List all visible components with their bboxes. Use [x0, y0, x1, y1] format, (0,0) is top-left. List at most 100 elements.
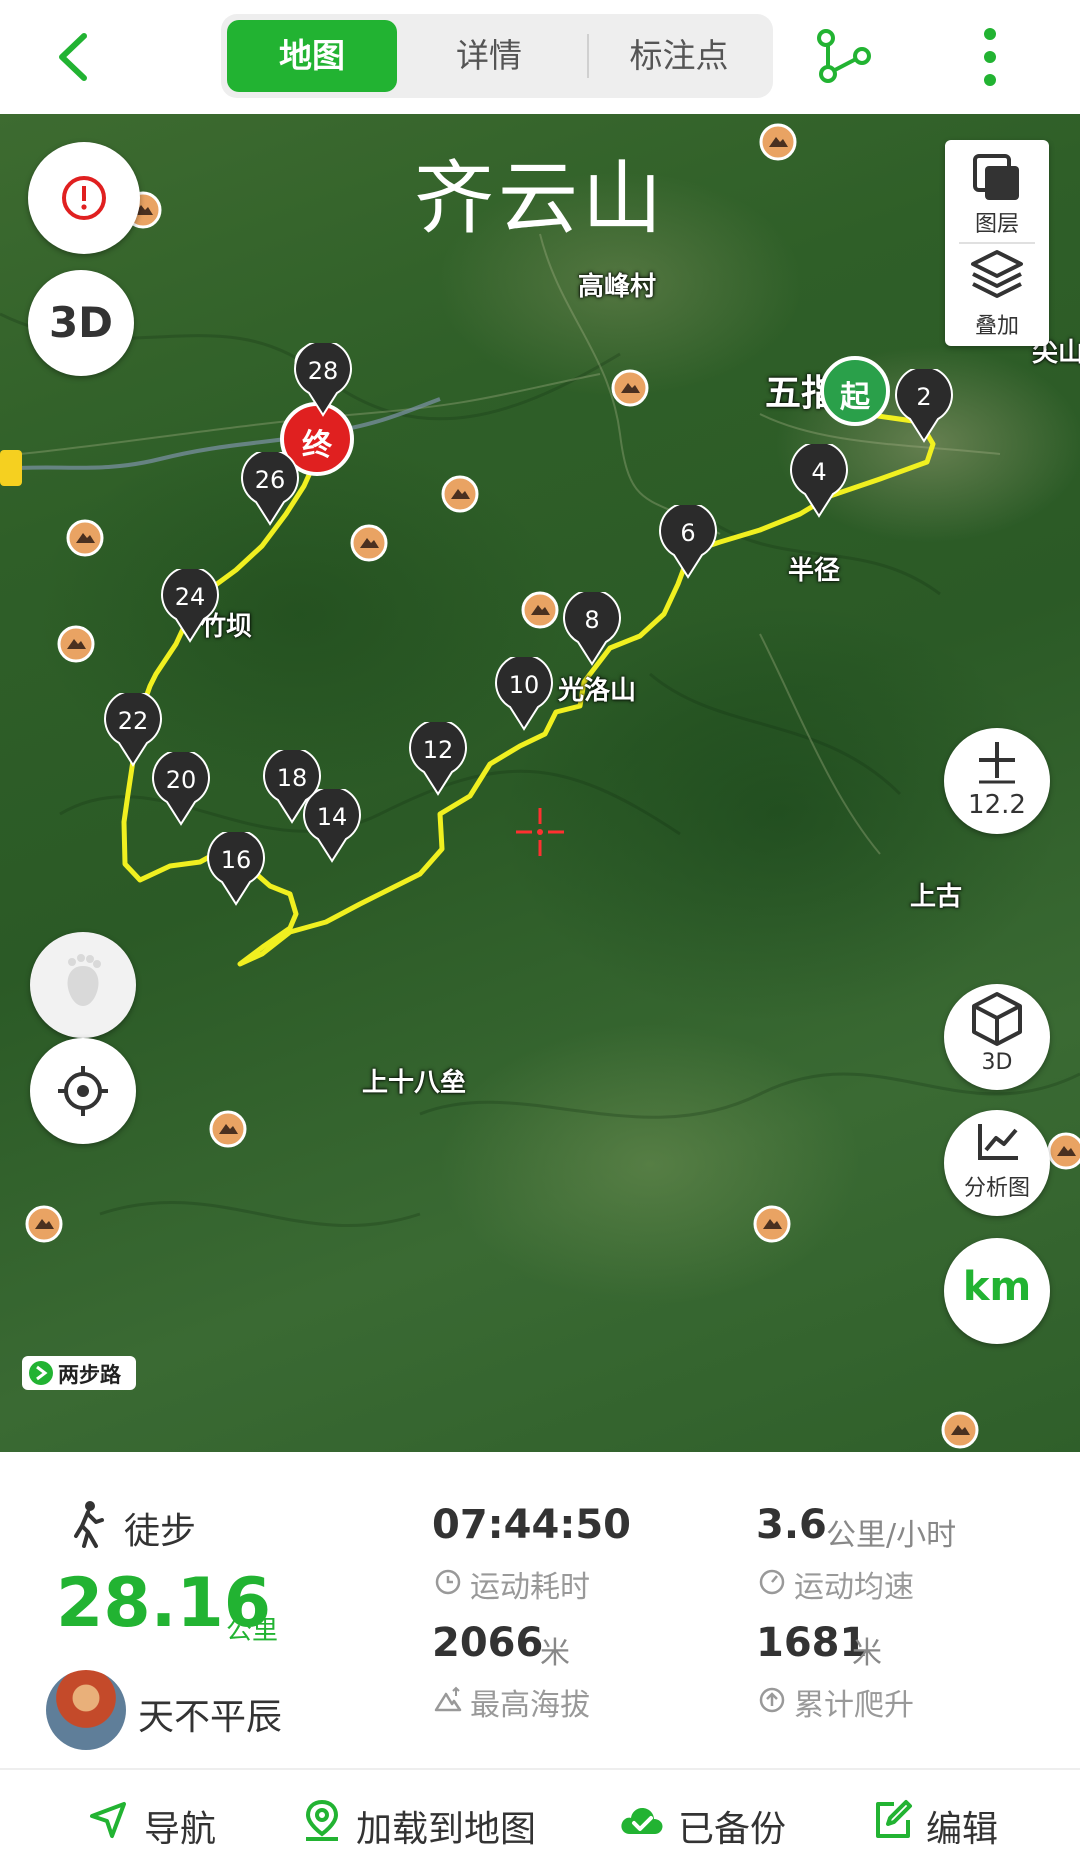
- waypoint-pin[interactable]: 2: [894, 369, 954, 443]
- waypoint-pin[interactable]: 16: [206, 832, 266, 906]
- max-altitude-label: 最高海拔: [470, 1688, 590, 1723]
- max-altitude-unit: 米: [540, 1636, 570, 1671]
- waypoint-pin[interactable]: 28: [293, 343, 353, 417]
- waypoint-label: 18: [276, 764, 308, 792]
- duration-value: 07:44:50: [432, 1502, 631, 1548]
- speedometer-icon: [759, 1569, 785, 1595]
- zoom-plus-icon: [979, 742, 1015, 784]
- avg-speed-unit: 公里/小时: [826, 1518, 957, 1553]
- layer-button[interactable]: 图层: [945, 140, 1049, 242]
- navigation-arrow-icon: [90, 1802, 126, 1838]
- waypoint-pin[interactable]: 6: [658, 505, 718, 579]
- waypoint-label: 4: [811, 458, 827, 486]
- terrain-3d-label: 3D: [48, 298, 114, 347]
- unit-label: km: [962, 1264, 1032, 1310]
- waypoint-label: 6: [680, 519, 696, 547]
- start-marker[interactable]: 起: [820, 356, 890, 426]
- zoom-level: 12.2: [968, 790, 1026, 820]
- view-3d-label: 3D: [981, 1050, 1013, 1075]
- logo-icon: [29, 1361, 53, 1385]
- waypoint-pin[interactable]: 24: [160, 569, 220, 643]
- overlay-button[interactable]: 叠加: [945, 244, 1049, 346]
- waypoint-label: 28: [307, 357, 339, 385]
- waypoint-label: 8: [584, 606, 600, 634]
- waypoint-label: 16: [220, 846, 252, 874]
- map-title: 齐云山: [414, 152, 666, 245]
- place-label: 上古: [910, 882, 963, 912]
- top-bar: 地图 详情 标注点: [0, 0, 1080, 114]
- navigate-label: 导航: [144, 1809, 217, 1850]
- view-3d-button[interactable]: 3D: [944, 984, 1050, 1090]
- avatar[interactable]: [46, 1670, 126, 1750]
- waypoint-pin[interactable]: 4: [789, 444, 849, 518]
- total-climb-value: 1681: [756, 1620, 868, 1666]
- hiker-icon: [74, 1501, 104, 1548]
- locate-me-button[interactable]: [30, 1038, 136, 1144]
- chevron-left-icon: [59, 33, 87, 81]
- backup-status-label: 已备份: [678, 1809, 787, 1850]
- load-to-map-label: 加载到地图: [356, 1809, 537, 1850]
- tab-divider: [587, 34, 589, 78]
- analysis-chart-button[interactable]: 分析图: [944, 1110, 1050, 1216]
- load-to-map-button[interactable]: 加载到地图: [302, 1792, 552, 1850]
- edit-button[interactable]: 编辑: [872, 1792, 1022, 1850]
- duration-label: 运动耗时: [470, 1570, 590, 1605]
- arrow-up-circle-icon: [759, 1687, 785, 1713]
- track-stats: 徒步 28.16 公里 天不平辰 07:44:50 运动耗时 3.6 公里/小时…: [0, 1452, 1080, 1768]
- waypoint-label: 26: [254, 466, 286, 494]
- bottom-action-bar: 导航 加载到地图 已备份 编辑: [0, 1768, 1080, 1868]
- map-center-crosshair: [516, 808, 564, 856]
- total-climb-unit: 米: [852, 1636, 882, 1671]
- edit-label: 编辑: [926, 1809, 999, 1850]
- footprint-icon: [67, 954, 101, 1006]
- layers-square-icon: [973, 154, 1019, 200]
- cloud-check-icon: [621, 1808, 663, 1834]
- activity-type: 徒步: [124, 1511, 197, 1552]
- navigate-button[interactable]: 导航: [86, 1792, 226, 1850]
- route-share-button[interactable]: [812, 26, 874, 88]
- more-menu-button[interactable]: [966, 26, 1014, 88]
- backup-status-button[interactable]: 已备份: [618, 1792, 798, 1850]
- waypoint-pin[interactable]: 22: [103, 693, 163, 767]
- tab-details[interactable]: 详情: [399, 20, 579, 92]
- username[interactable]: 天不平辰: [138, 1688, 282, 1740]
- waypoint-label: 10: [508, 671, 540, 699]
- distance-unit: 公里: [226, 1616, 279, 1646]
- back-button[interactable]: [40, 22, 110, 92]
- brand-logo: 两步路: [22, 1356, 136, 1390]
- max-altitude-value: 2066: [432, 1620, 544, 1666]
- analysis-chart-label: 分析图: [963, 1176, 1030, 1201]
- place-label: 高峰村: [578, 272, 657, 302]
- waypoint-pin[interactable]: 26: [240, 452, 300, 526]
- alert-circle-icon: [62, 176, 106, 220]
- footprint-button[interactable]: [30, 932, 136, 1038]
- cube-icon: [972, 992, 1022, 1046]
- overlay-label: 叠加: [974, 314, 1019, 339]
- waypoint-pin[interactable]: 10: [494, 657, 554, 731]
- report-button[interactable]: [28, 142, 140, 254]
- overlay-stack-icon: [971, 250, 1023, 298]
- waypoint-label: 2: [916, 383, 932, 411]
- crosshair-locate-icon: [58, 1066, 108, 1116]
- unit-toggle-button[interactable]: km: [944, 1238, 1050, 1344]
- waypoint-label: 24: [174, 583, 206, 611]
- waypoint-label: 20: [165, 766, 197, 794]
- map-pin-icon: [305, 1799, 339, 1841]
- terrain-3d-button[interactable]: 3D: [28, 270, 134, 376]
- start-marker-label: 起: [840, 380, 870, 415]
- tab-map[interactable]: 地图: [227, 20, 397, 92]
- tab-markers[interactable]: 标注点: [591, 20, 767, 92]
- waypoint-label: 22: [117, 707, 149, 735]
- avg-speed-value: 3.6: [756, 1502, 827, 1548]
- route-nodes-icon: [817, 29, 871, 83]
- waypoint-pin[interactable]: 8: [562, 592, 622, 666]
- waypoint-pin[interactable]: 12: [408, 722, 468, 796]
- place-label: 上十八垒: [362, 1068, 467, 1098]
- map-view[interactable]: 齐云山 高峰村 五指乡 尖山 半径 光洛山 竹坝 上十八垒 上古 起 终 246…: [0, 114, 1080, 1452]
- place-label: 光洛山: [558, 676, 637, 706]
- zoom-button[interactable]: 12.2: [944, 728, 1050, 834]
- clock-icon: [435, 1569, 461, 1595]
- mountain-peak-icon: [434, 1686, 462, 1712]
- waypoint-pin[interactable]: 18: [262, 750, 322, 824]
- line-chart-icon: [978, 1124, 1018, 1160]
